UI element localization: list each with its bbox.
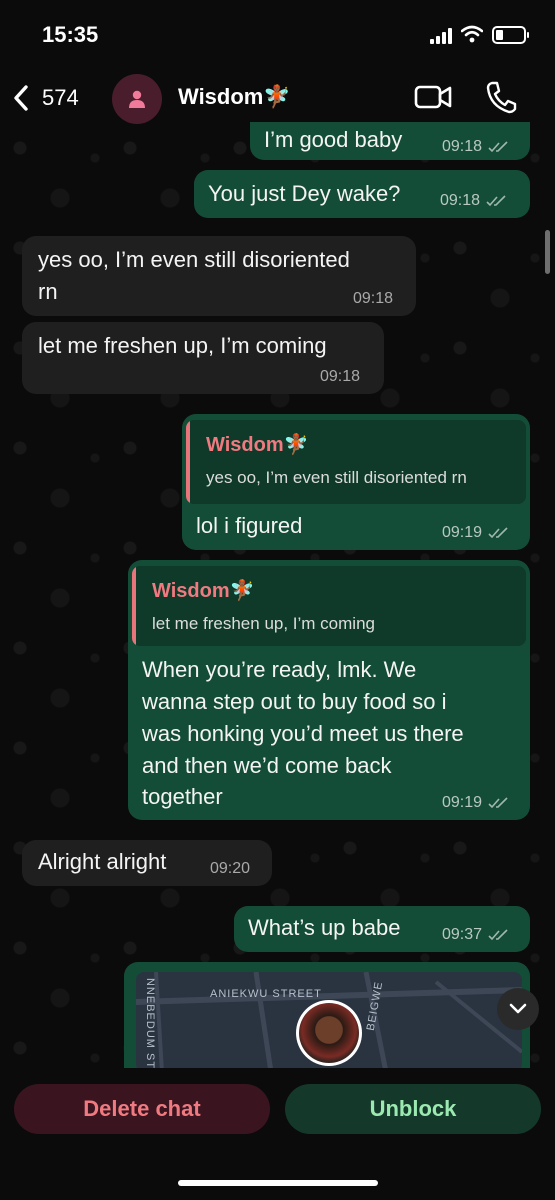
message-time: 09:18 — [440, 192, 481, 209]
phone-call-icon[interactable] — [485, 80, 517, 114]
message-meta: 09:37 — [442, 926, 510, 944]
battery-icon — [492, 26, 529, 44]
location-map[interactable]: ANIEKWU STREET NNEBEDUM STR BEIGWE — [136, 972, 522, 1072]
message-time: 09:19 — [442, 794, 483, 811]
message-text: What’s up babe — [248, 915, 401, 940]
unblock-button[interactable]: Unblock — [285, 1084, 541, 1134]
delete-chat-button[interactable]: Delete chat — [14, 1084, 270, 1134]
quote-accent-bar — [186, 420, 190, 504]
message-time: 09:18 — [320, 368, 361, 385]
message-outgoing[interactable]: I’m good baby 09:18 — [250, 122, 530, 160]
scroll-to-bottom-button[interactable] — [497, 988, 539, 1030]
message-text: I’m good baby — [264, 127, 403, 152]
chevron-left-icon — [14, 85, 28, 111]
message-outgoing-reply[interactable]: Wisdom🧚🏾 yes oo, I’m even still disorien… — [182, 414, 530, 550]
message-outgoing[interactable]: What’s up babe 09:37 — [234, 906, 530, 952]
person-icon — [129, 90, 145, 108]
message-text: Alright alright — [38, 849, 167, 874]
chat-header: 574 Wisdom🧚🏾 — [0, 70, 555, 128]
message-incoming[interactable]: let me freshen up, I’m coming 09:18 — [22, 322, 384, 394]
map-street-label: NNEBEDUM STR — [144, 977, 157, 1072]
message-time: 09:18 — [353, 290, 394, 307]
message-text-line: yes oo, I’m even still disoriented — [38, 247, 350, 272]
message-text-line: was honking you’d meet us there — [142, 721, 464, 746]
message-meta: 09:18 — [353, 290, 393, 308]
message-meta: 09:19 — [442, 794, 510, 812]
quote-accent-bar — [132, 566, 136, 646]
message-text: lol i figured — [196, 513, 303, 538]
message-text-line: together — [142, 784, 223, 809]
quoted-message[interactable]: Wisdom🧚🏾 let me freshen up, I’m coming — [132, 566, 526, 646]
message-outgoing[interactable]: You just Dey wake? 09:18 — [194, 170, 530, 218]
blocked-actions-bar: Delete chat Unblock — [0, 1068, 555, 1200]
message-text: You just Dey wake? — [208, 181, 401, 206]
message-text-line: rn — [38, 279, 58, 304]
video-call-icon[interactable] — [414, 83, 452, 111]
message-text-line: and then we’d come back — [142, 753, 392, 778]
read-receipt-icon — [488, 527, 508, 539]
scrollbar[interactable] — [545, 230, 550, 274]
quoted-sender-name: Wisdom🧚🏾 — [152, 580, 255, 602]
contact-photo — [299, 1003, 359, 1063]
map-street-label: ANIEKWU STREET — [210, 988, 322, 1000]
read-receipt-icon — [488, 141, 508, 153]
message-text: let me freshen up, I’m coming — [38, 333, 327, 358]
message-meta: 09:19 — [442, 524, 510, 542]
contact-avatar[interactable] — [112, 74, 162, 124]
message-meta: 09:18 — [440, 192, 508, 210]
quoted-sender-name: Wisdom🧚🏾 — [206, 434, 309, 456]
message-meta: 09:20 — [210, 860, 250, 878]
quoted-message[interactable]: Wisdom🧚🏾 yes oo, I’m even still disorien… — [186, 420, 526, 504]
message-text-line: wanna step out to buy food so i — [142, 689, 447, 714]
message-time: 09:18 — [442, 138, 483, 155]
read-receipt-icon — [486, 195, 506, 207]
message-text-line: When you’re ready, lmk. We — [142, 657, 417, 682]
chevron-down-icon — [509, 1003, 527, 1014]
quoted-text: yes oo, I’m even still disoriented rn — [206, 468, 467, 487]
message-incoming[interactable]: Alright alright 09:20 — [22, 840, 272, 886]
read-receipt-icon — [488, 929, 508, 941]
status-time: 15:35 — [42, 22, 99, 47]
unread-count: 574 — [42, 85, 79, 110]
message-meta: 09:18 — [320, 368, 360, 386]
message-outgoing-reply[interactable]: Wisdom🧚🏾 let me freshen up, I’m coming W… — [128, 560, 530, 820]
message-incoming[interactable]: yes oo, I’m even still disoriented rn 09… — [22, 236, 416, 316]
back-button[interactable]: 574 — [10, 80, 94, 116]
location-avatar-pin — [296, 1000, 362, 1066]
status-bar: 15:35 — [0, 0, 555, 70]
home-indicator[interactable] — [178, 1180, 378, 1186]
read-receipt-icon — [488, 797, 508, 809]
message-meta: 09:18 — [442, 138, 510, 156]
message-time: 09:19 — [442, 524, 483, 541]
wifi-icon — [461, 25, 483, 43]
message-time: 09:20 — [210, 860, 251, 877]
quoted-text: let me freshen up, I’m coming — [152, 614, 375, 633]
contact-name[interactable]: Wisdom🧚🏾 — [178, 84, 291, 110]
cellular-signal-icon — [430, 28, 454, 44]
message-time: 09:37 — [442, 926, 483, 943]
